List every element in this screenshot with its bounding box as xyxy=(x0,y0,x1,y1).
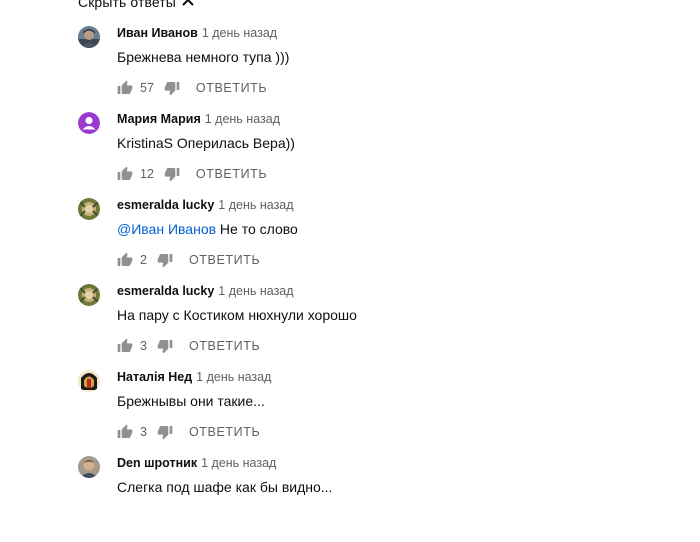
comment-text: На пару с Костиком нюхнули хорошо xyxy=(117,306,357,324)
avatar[interactable] xyxy=(78,26,100,48)
comment-time[interactable]: 1 день назад xyxy=(218,284,293,298)
default-user-avatar-icon xyxy=(78,112,100,134)
comment-text: Слегка под шафе как бы видно... xyxy=(117,478,332,496)
user-photo-icon xyxy=(78,198,100,220)
comment-body: Не то слово xyxy=(216,221,298,237)
comment-time[interactable]: 1 день назад xyxy=(218,198,293,212)
comment-item: Den шротник 1 день назад Слегка под шафе … xyxy=(76,456,676,542)
comment-text: KristinaS Оперилась Вера)) xyxy=(117,134,295,152)
reply-button[interactable]: ОТВЕТИТЬ xyxy=(189,425,260,439)
thumbs-up-icon[interactable] xyxy=(117,252,133,268)
comment-author[interactable]: Мария Мария xyxy=(117,112,201,126)
thumbs-down-icon[interactable] xyxy=(164,166,180,182)
comment-item: Мария Мария 1 день назад KristinaS Оперил… xyxy=(76,112,676,198)
comment-time[interactable]: 1 день назад xyxy=(196,370,271,384)
thumbs-down-icon[interactable] xyxy=(164,80,180,96)
thumbs-down-icon[interactable] xyxy=(157,424,173,440)
thumbs-up-icon[interactable] xyxy=(117,424,133,440)
like-count: 3 xyxy=(140,339,147,353)
comment-time[interactable]: 1 день назад xyxy=(201,456,276,470)
avatar[interactable] xyxy=(78,284,100,306)
chevron-up-icon xyxy=(182,0,194,6)
comment-item: esmeralda lucky 1 день назад На пару с Ко… xyxy=(76,284,676,370)
thumbs-down-icon[interactable] xyxy=(157,338,173,354)
thumbs-up-icon[interactable] xyxy=(117,338,133,354)
thumbs-up-icon[interactable] xyxy=(117,166,133,182)
comment-time[interactable]: 1 день назад xyxy=(202,26,277,40)
user-photo-icon xyxy=(78,284,100,306)
comment-actions: 12 ОТВЕТИТЬ xyxy=(117,166,267,182)
comment-item: Наталія Нед 1 день назад Брежнывы они так… xyxy=(76,370,676,456)
reply-button[interactable]: ОТВЕТИТЬ xyxy=(189,253,260,267)
comment-author[interactable]: Иван Иванов xyxy=(117,26,198,40)
user-photo-icon xyxy=(78,26,100,48)
reply-button[interactable]: ОТВЕТИТЬ xyxy=(189,339,260,353)
user-photo-icon xyxy=(78,370,100,392)
like-count: 2 xyxy=(140,253,147,267)
comment-header: esmeralda lucky 1 день назад xyxy=(117,283,294,299)
avatar[interactable] xyxy=(78,456,100,478)
comment-body: Слегка под шафе как бы видно... xyxy=(117,479,333,495)
avatar[interactable] xyxy=(78,370,100,392)
comment-mention[interactable]: @Иван Иванов xyxy=(117,221,216,237)
comment-actions: 57 ОТВЕТИТЬ xyxy=(117,80,267,96)
comment-item: Иван Иванов 1 день назад Брежнева немного… xyxy=(76,26,676,112)
thumbs-down-icon[interactable] xyxy=(157,252,173,268)
comment-header: Den шротник 1 день назад xyxy=(117,455,276,471)
comment-actions: 3 ОТВЕТИТЬ xyxy=(117,338,260,354)
comment-author[interactable]: Наталія Нед xyxy=(117,370,192,384)
comment-actions: 3 ОТВЕТИТЬ xyxy=(117,424,260,440)
thumbs-up-icon[interactable] xyxy=(117,80,133,96)
comment-body: Брежнывы они такие... xyxy=(117,393,265,409)
comment-actions: 2 ОТВЕТИТЬ xyxy=(117,252,260,268)
comment-header: Иван Иванов 1 день назад xyxy=(117,25,277,41)
avatar[interactable] xyxy=(78,198,100,220)
comment-header: Наталія Нед 1 день назад xyxy=(117,369,271,385)
comment-time[interactable]: 1 день назад xyxy=(205,112,280,126)
comment-body: На пару с Костиком нюхнули хорошо xyxy=(117,307,357,323)
hide-replies-label: Скрыть ответы xyxy=(78,0,176,10)
comment-text: @Иван Иванов Не то слово xyxy=(117,220,298,238)
reply-button[interactable]: ОТВЕТИТЬ xyxy=(196,81,267,95)
comment-author[interactable]: esmeralda lucky xyxy=(117,198,214,212)
like-count: 57 xyxy=(140,81,154,95)
comment-body: Брежнева немного тупа ))) xyxy=(117,49,290,65)
comment-text: Брежнева немного тупа ))) xyxy=(117,48,289,66)
comment-author[interactable]: esmeralda lucky xyxy=(117,284,214,298)
comment-header: esmeralda lucky 1 день назад xyxy=(117,197,294,213)
user-photo-icon xyxy=(78,456,100,478)
comment-author[interactable]: Den шротник xyxy=(117,456,197,470)
comment-item: esmeralda lucky 1 день назад @Иван Иванов… xyxy=(76,198,676,284)
like-count: 12 xyxy=(140,167,154,181)
like-count: 3 xyxy=(140,425,147,439)
hide-replies-button[interactable]: Скрыть ответы xyxy=(78,0,194,10)
comment-text: Брежнывы они такие... xyxy=(117,392,265,410)
comment-header: Мария Мария 1 день назад xyxy=(117,111,280,127)
reply-button[interactable]: ОТВЕТИТЬ xyxy=(196,167,267,181)
avatar[interactable] xyxy=(78,112,100,134)
comment-body: KristinaS Оперилась Вера)) xyxy=(117,135,295,151)
